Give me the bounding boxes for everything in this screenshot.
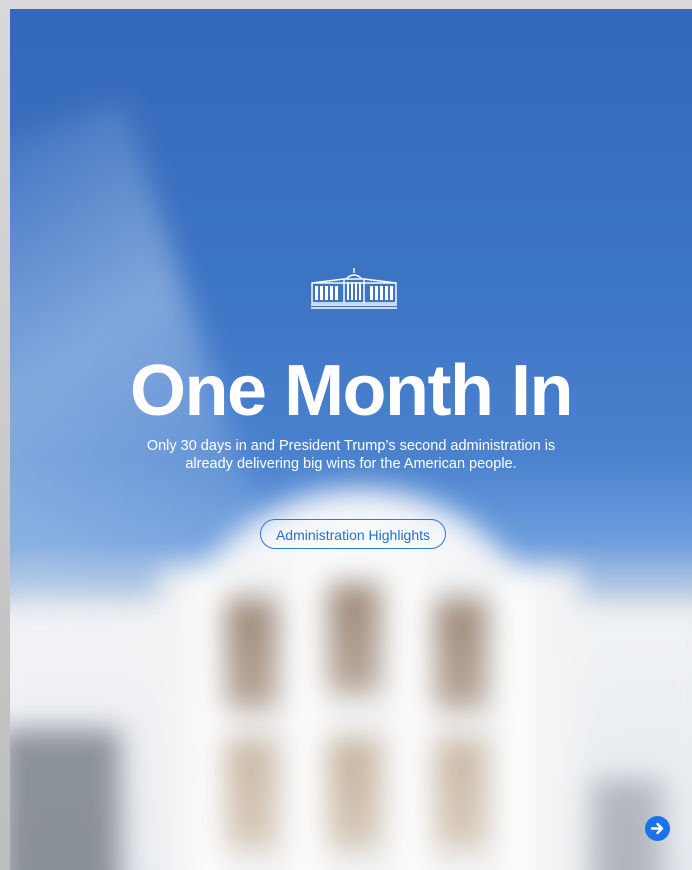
page-title: One Month In	[130, 351, 573, 431]
hero-content: One Month In Only 30 days in and Preside…	[10, 9, 692, 870]
next-button[interactable]	[645, 816, 670, 841]
hero-subtitle: Only 30 days in and President Trump’s se…	[146, 438, 556, 472]
administration-highlights-button[interactable]: Administration Highlights	[260, 519, 446, 549]
white-house-icon	[310, 267, 398, 309]
hero-section: One Month In Only 30 days in and Preside…	[10, 9, 692, 870]
browser-frame: One Month In Only 30 days in and Preside…	[0, 0, 692, 870]
arrow-right-circle-icon	[650, 822, 664, 835]
